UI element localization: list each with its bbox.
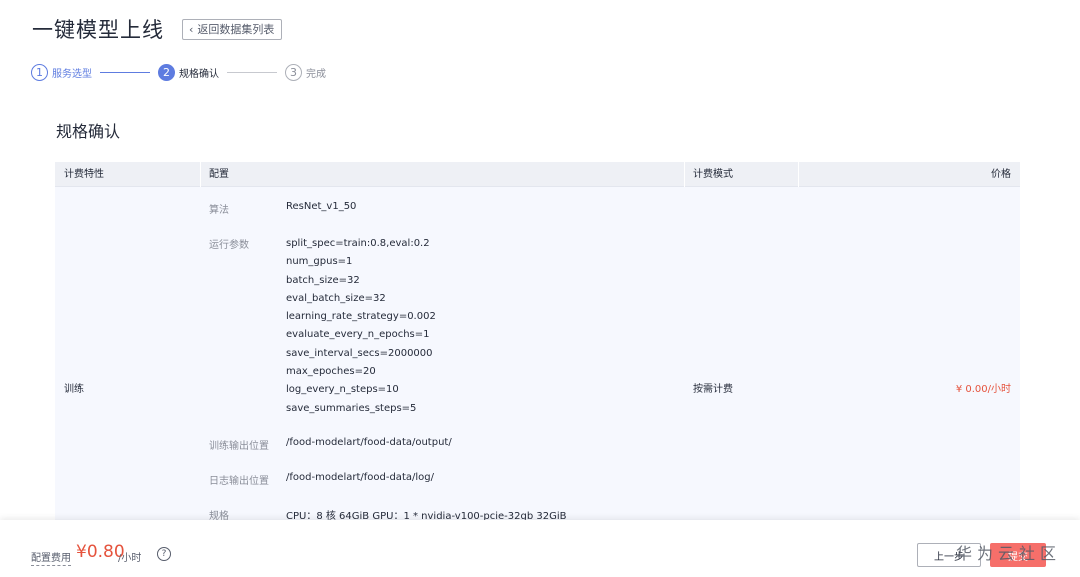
spec-table: 计费特性 配置 计费模式 价格 训练 算法 ResNet_v1_50 运行参数 … — [55, 162, 1020, 522]
step-3-number: 3 — [285, 64, 302, 81]
page-header: 一键模型上线 ‹ 返回数据集列表 — [32, 14, 283, 44]
back-button-label: 返回数据集列表 — [197, 23, 275, 36]
param-item: batch_size=32 — [286, 274, 360, 286]
column-divider — [798, 162, 799, 187]
param-item: max_epoches=20 — [286, 366, 376, 378]
params-list: split_spec=train:0.8,eval:0.2 num_gpus=1… — [286, 235, 436, 418]
step-2: 2 规格确认 — [158, 64, 219, 81]
header-price: 价格 — [991, 169, 1011, 180]
back-to-dataset-list-button[interactable]: ‹ 返回数据集列表 — [182, 18, 283, 40]
output-location-value: /food-modelart/food-data/output/ — [286, 437, 452, 448]
watermark: 华为云社区 — [956, 544, 1062, 563]
output-location-label: 训练输出位置 — [209, 441, 269, 452]
algorithm-label: 算法 — [209, 205, 229, 216]
step-1: 1 服务选型 — [31, 64, 92, 81]
param-item: save_interval_secs=2000000 — [286, 347, 433, 359]
header-billing-mode: 计费模式 — [693, 169, 733, 180]
step-1-number: 1 — [31, 64, 48, 81]
log-location-label: 日志输出位置 — [209, 476, 269, 487]
params-label: 运行参数 — [209, 240, 249, 251]
step-2-label: 规格确认 — [179, 69, 219, 80]
chevron-left-icon: ‹ — [189, 22, 194, 36]
param-item: log_every_n_steps=10 — [286, 384, 399, 396]
column-divider — [200, 162, 201, 187]
config-fee-label[interactable]: 配置费用 — [31, 549, 71, 566]
step-connector-1 — [100, 72, 150, 73]
row-feature: 训练 — [64, 384, 84, 395]
step-2-number: 2 — [158, 64, 175, 81]
algorithm-value: ResNet_v1_50 — [286, 201, 357, 212]
param-item: num_gpus=1 — [286, 256, 353, 268]
page-title: 一键模型上线 — [32, 18, 164, 42]
row-billing-mode: 按需计费 — [693, 384, 733, 395]
row-price: ¥ 0.00/小时 — [955, 384, 1011, 395]
step-connector-2 — [227, 72, 277, 73]
footer-bar: 配置费用 ¥0.80 /小时 ? 上一步 提交 华为云社区 — [0, 520, 1080, 577]
table-header: 计费特性 配置 计费模式 价格 — [55, 162, 1020, 187]
param-item: eval_batch_size=32 — [286, 292, 386, 304]
config-fee-unit: /小时 — [118, 553, 142, 564]
step-1-label: 服务选型 — [52, 69, 92, 80]
step-3-label: 完成 — [306, 69, 326, 80]
section-title: 规格确认 — [56, 122, 121, 141]
param-item: split_spec=train:0.8,eval:0.2 — [286, 238, 430, 249]
step-indicator: 1 服务选型 2 规格确认 3 完成 — [31, 64, 326, 81]
help-icon[interactable]: ? — [157, 547, 171, 561]
param-item: learning_rate_strategy=0.002 — [286, 311, 436, 323]
header-config: 配置 — [209, 169, 229, 180]
param-item: save_summaries_steps=5 — [286, 402, 417, 414]
log-location-value: /food-modelart/food-data/log/ — [286, 472, 434, 483]
column-divider — [684, 162, 685, 187]
param-item: evaluate_every_n_epochs=1 — [286, 329, 430, 341]
step-3: 3 完成 — [285, 64, 326, 81]
header-feature: 计费特性 — [64, 169, 104, 180]
